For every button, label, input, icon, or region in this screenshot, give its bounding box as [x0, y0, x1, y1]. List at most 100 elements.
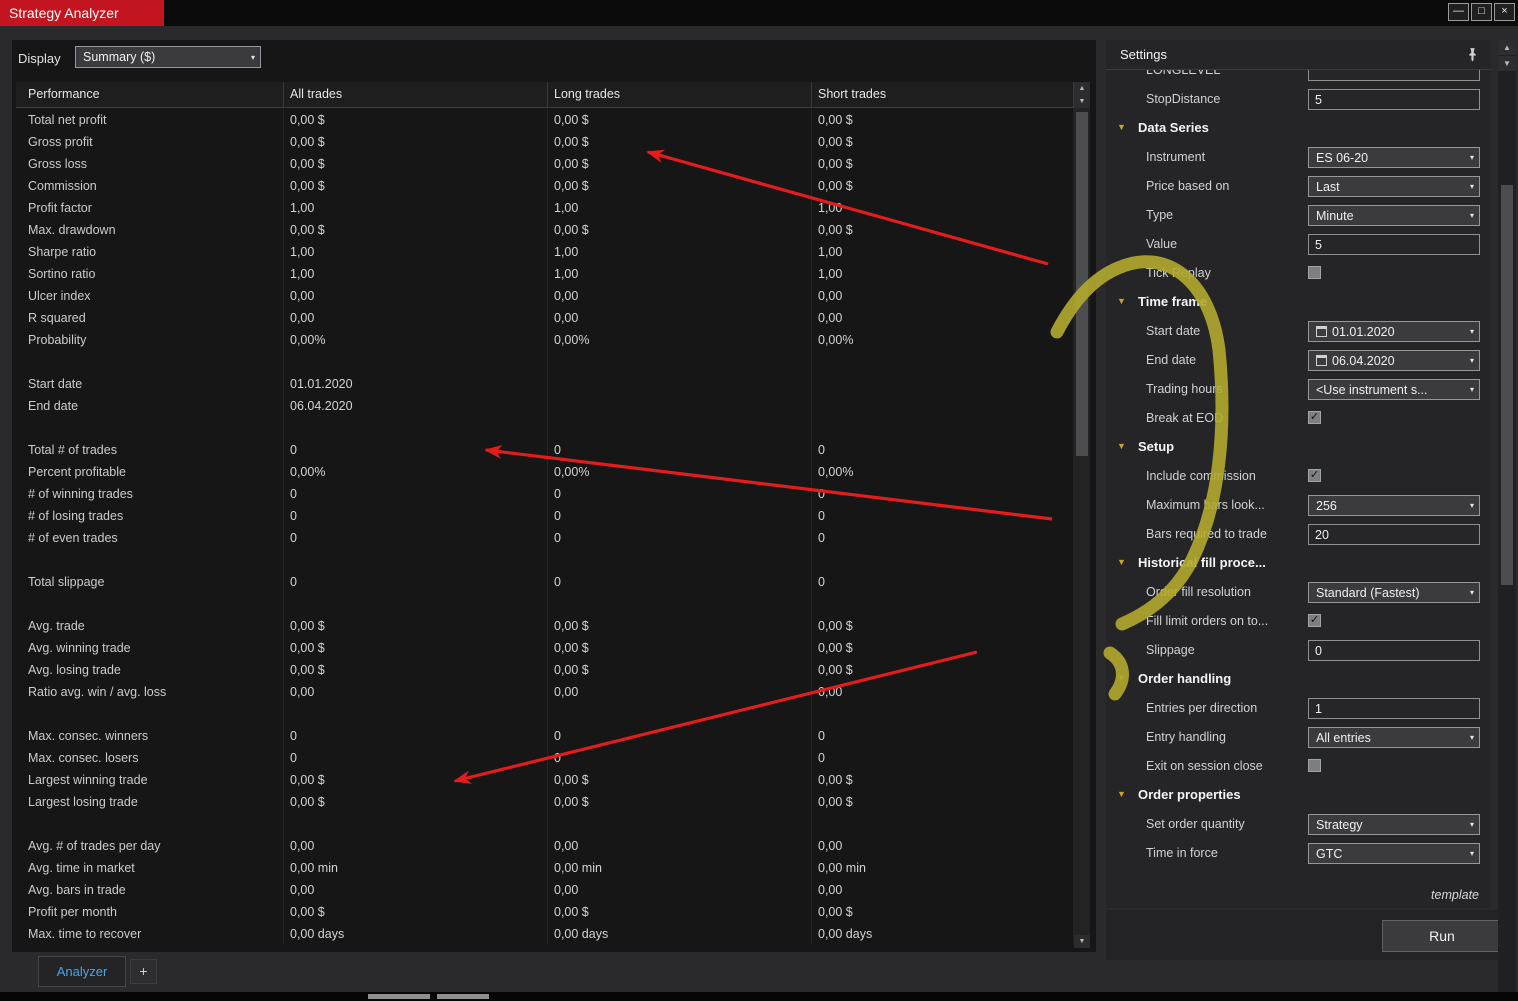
row-label: # of losing trades: [16, 505, 284, 527]
cell-value: 1,00: [812, 197, 1074, 219]
cell-value: 0: [548, 725, 812, 747]
cell-value: [548, 395, 812, 417]
slippage-input[interactable]: [1308, 640, 1480, 661]
cell-value: [548, 549, 812, 571]
display-dropdown[interactable]: Summary ($) ▾: [75, 46, 261, 68]
close-button[interactable]: ×: [1494, 3, 1515, 21]
cell-value: [812, 593, 1074, 615]
settings-scrollbar-thumb[interactable]: [1501, 185, 1513, 585]
bars-required-to-trade-input[interactable]: [1308, 524, 1480, 545]
chevron-down-icon: ▾: [1469, 385, 1474, 394]
tick-replay-checkbox[interactable]: [1308, 266, 1321, 279]
cell-value: [548, 593, 812, 615]
end-date-value: 06.04.2020 ▾: [1308, 350, 1480, 371]
set-order-quantity-dropdown[interactable]: Strategy ▾: [1308, 814, 1480, 835]
chevron-down-icon: ▾: [250, 52, 255, 62]
table-scrollbar-thumb[interactable]: [1076, 112, 1088, 456]
chevron-down-icon[interactable]: ▼: [1117, 441, 1126, 451]
row-label: # of winning trades: [16, 483, 284, 505]
stopdistance-input[interactable]: [1308, 89, 1480, 110]
table-row-spacer: [16, 351, 1074, 373]
row-label: Avg. losing trade: [16, 659, 284, 681]
minimize-button[interactable]: —: [1448, 3, 1469, 21]
type-dropdown[interactable]: Minute ▾: [1308, 205, 1480, 226]
settings-section-setup[interactable]: ▼ Setup: [1106, 433, 1491, 462]
row-label: Largest winning trade: [16, 769, 284, 791]
performance-table-body: Total net profit 0,00 $0,00 $0,00 $ Gross …: [16, 109, 1074, 947]
template-link[interactable]: template: [1431, 888, 1479, 902]
row-label: [16, 417, 284, 439]
add-tab-button[interactable]: +: [130, 959, 157, 984]
start-date-datepicker[interactable]: 01.01.2020 ▾: [1308, 321, 1480, 342]
cell-value: 0,00 $: [812, 175, 1074, 197]
longlevel-input[interactable]: [1308, 70, 1480, 81]
settings-section-data-series[interactable]: ▼ Data Series: [1106, 114, 1491, 143]
row-label: R squared: [16, 307, 284, 329]
cell-value: [548, 703, 812, 725]
value-input[interactable]: [1308, 234, 1480, 255]
table-row-r-squared: R squared 0,00 0,00 0,00: [16, 307, 1074, 329]
settings-section-order-properties[interactable]: ▼ Order properties: [1106, 781, 1491, 810]
fill-limit-orders-on-to-checkbox[interactable]: ✓: [1308, 614, 1321, 627]
run-bar: Run: [1106, 910, 1506, 960]
instrument-dropdown[interactable]: ES 06-20 ▾: [1308, 147, 1480, 168]
settings-scroll-up-button[interactable]: ▲: [1498, 40, 1516, 55]
chevron-down-icon[interactable]: ▼: [1117, 557, 1126, 567]
table-row-total-net-profit: Total net profit 0,00 $0,00 $0,00 $: [16, 109, 1074, 131]
entry-handling-dropdown[interactable]: All entries ▾: [1308, 727, 1480, 748]
scroll-down-button[interactable]: ▼: [1074, 95, 1090, 108]
settings-scroll-down-button[interactable]: ▼: [1498, 56, 1516, 71]
entry-handling-selected-value: All entries: [1316, 730, 1371, 745]
row-label: [16, 549, 284, 571]
cell-value: 0,00: [284, 835, 548, 857]
cell-value: 0,00 $: [812, 659, 1074, 681]
maximum-bars-look-dropdown[interactable]: 256 ▾: [1308, 495, 1480, 516]
scroll-bottom-button[interactable]: ▼: [1074, 935, 1090, 948]
chevron-down-icon[interactable]: ▼: [1117, 122, 1126, 132]
start-date-value: 01.01.2020 ▾: [1308, 321, 1480, 342]
row-label: Max. consec. winners: [16, 725, 284, 747]
exit-on-session-close-checkbox[interactable]: [1308, 759, 1321, 772]
include-commission-checkbox[interactable]: ✓: [1308, 469, 1321, 482]
settings-section-order-handling[interactable]: ▼ Order handling: [1106, 665, 1491, 694]
fill-limit-orders-on-to-value: ✓: [1308, 611, 1480, 632]
up-arrow-icon: ▲: [1503, 43, 1511, 52]
cell-value: 0,00 $: [548, 637, 812, 659]
chevron-down-icon[interactable]: ▼: [1117, 789, 1126, 799]
table-row-avg-bars-in-trade: Avg. bars in trade 0,00 0,00 0,00: [16, 879, 1074, 901]
chevron-down-icon[interactable]: ▼: [1117, 673, 1126, 683]
scroll-up-button[interactable]: ▲: [1074, 82, 1090, 95]
chevron-down-icon: ▾: [1469, 211, 1474, 220]
chevron-down-icon: ▾: [1469, 153, 1474, 162]
settings-section-time-frame[interactable]: ▼ Time frame: [1106, 288, 1491, 317]
trading-hours-dropdown[interactable]: <Use instrument s... ▾: [1308, 379, 1480, 400]
tab-analyzer[interactable]: Analyzer: [38, 956, 126, 987]
table-row-gross-loss: Gross loss 0,00 $0,00 $0,00 $: [16, 153, 1074, 175]
cell-value: [548, 351, 812, 373]
chevron-down-icon: ▾: [1469, 327, 1474, 336]
time-in-force-dropdown[interactable]: GTC ▾: [1308, 843, 1480, 864]
chevron-down-icon[interactable]: ▼: [1117, 296, 1126, 306]
time-in-force-selected-value: GTC: [1316, 846, 1343, 861]
cell-value: 0,00 $: [548, 175, 812, 197]
run-button[interactable]: Run: [1382, 920, 1502, 952]
chevron-down-icon: ▾: [1469, 182, 1474, 191]
break-at-eod-checkbox[interactable]: ✓: [1308, 411, 1321, 424]
settings-section-historical-fill-proce[interactable]: ▼ Historical fill proce...: [1106, 549, 1491, 578]
row-label: Avg. # of trades per day: [16, 835, 284, 857]
pin-icon[interactable]: [1466, 47, 1479, 62]
maximize-button[interactable]: □: [1471, 3, 1492, 21]
cell-value: 0,00: [812, 307, 1074, 329]
cell-value: 0: [284, 439, 548, 461]
cell-value: 0,00 $: [548, 131, 812, 153]
cell-value: 0,00 $: [284, 637, 548, 659]
window-title-tab[interactable]: Strategy Analyzer: [0, 0, 164, 26]
price-based-on-dropdown[interactable]: Last ▾: [1308, 176, 1480, 197]
cell-value: 0,00%: [284, 461, 548, 483]
cell-value: 0,00: [548, 285, 812, 307]
entries-per-direction-input[interactable]: [1308, 698, 1480, 719]
order-fill-resolution-dropdown[interactable]: Standard (Fastest) ▾: [1308, 582, 1480, 603]
end-date-datepicker[interactable]: 06.04.2020 ▾: [1308, 350, 1480, 371]
instrument-value: ES 06-20 ▾: [1308, 147, 1480, 168]
cell-value: 0: [284, 747, 548, 769]
